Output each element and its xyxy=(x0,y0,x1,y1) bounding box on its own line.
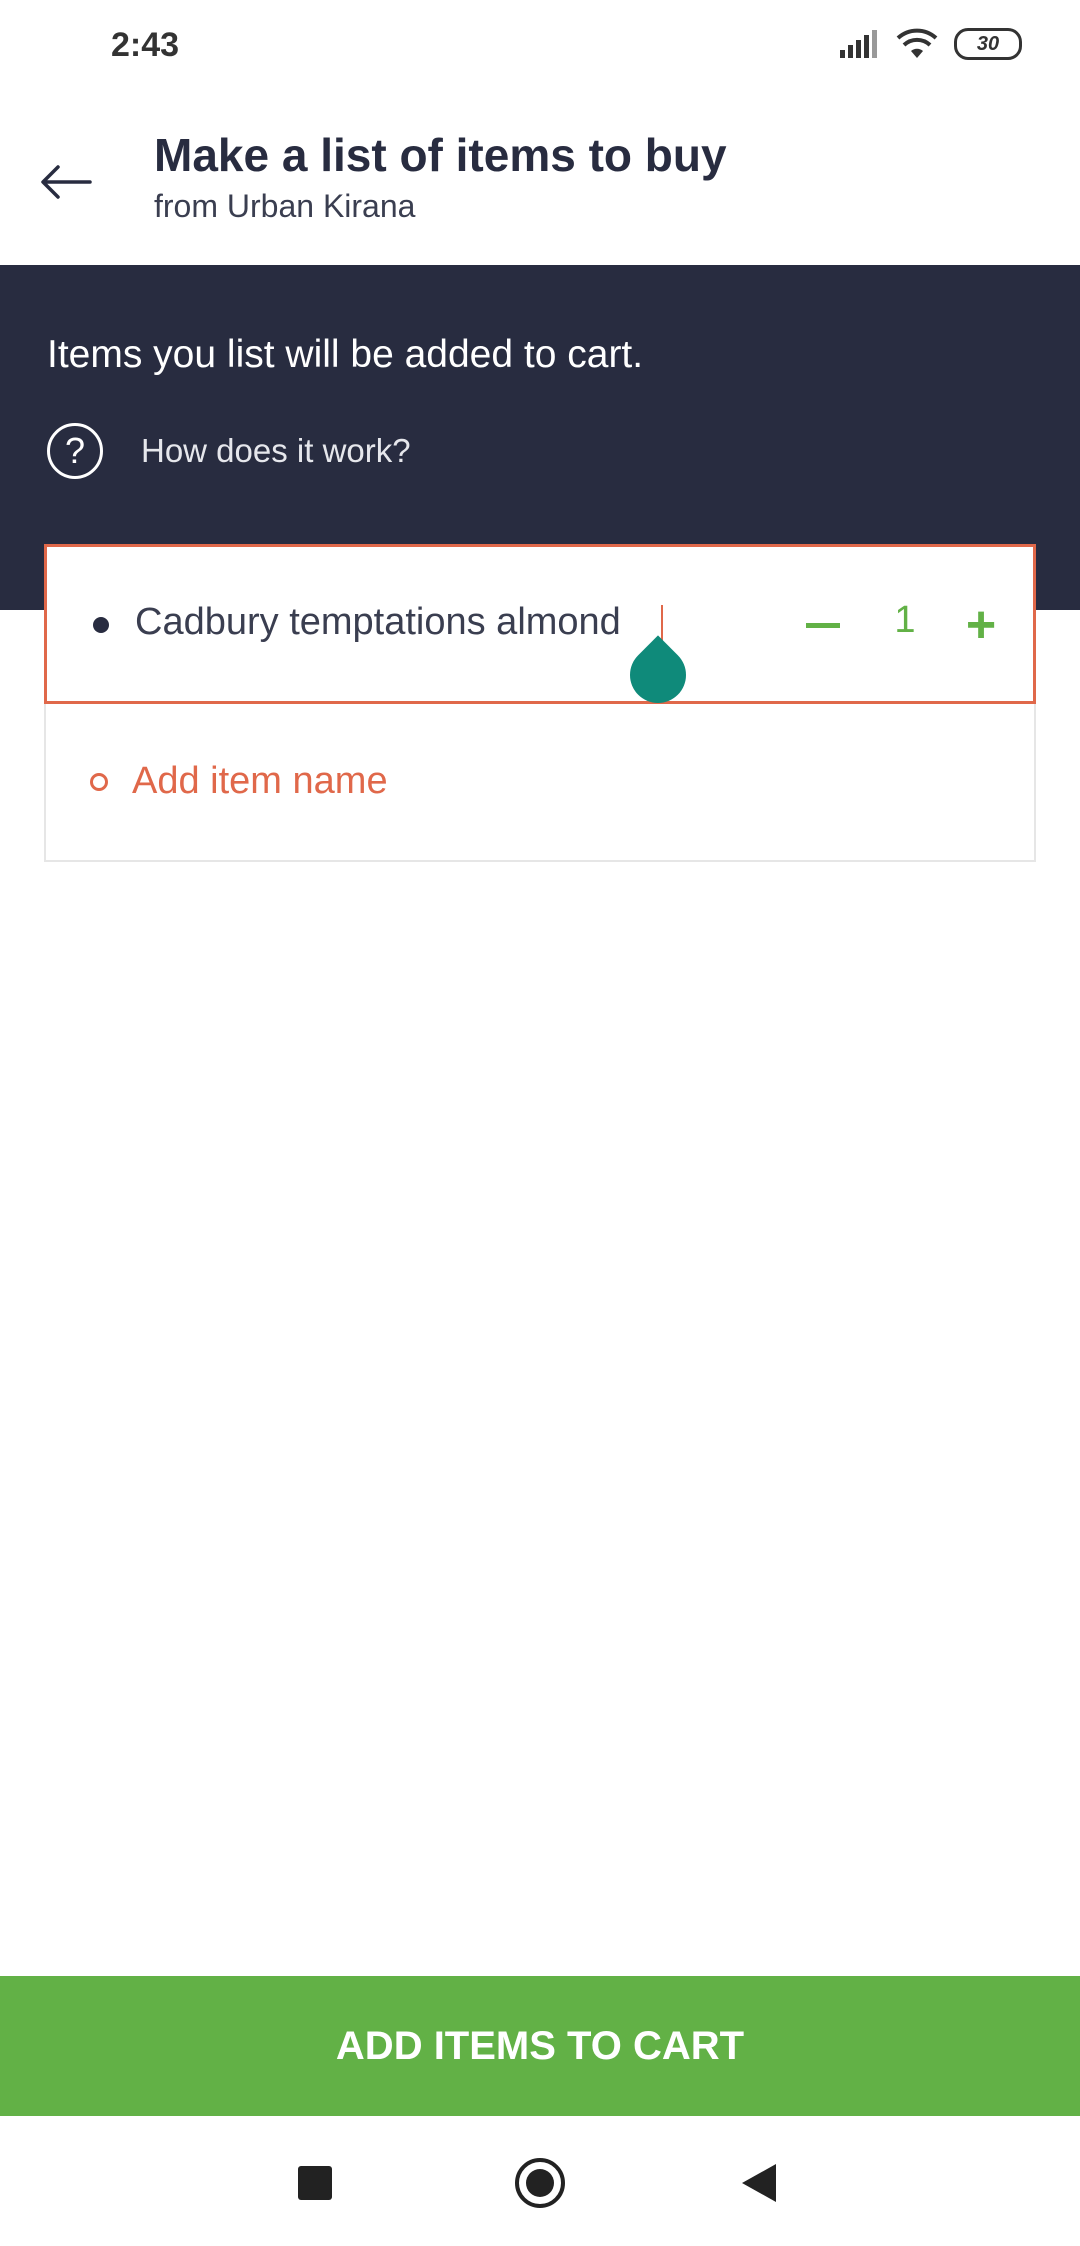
plus-icon: + xyxy=(965,596,997,654)
add-item-input[interactable] xyxy=(132,748,932,814)
increase-quantity-button[interactable]: + xyxy=(951,595,1011,655)
signal-icon xyxy=(840,30,877,58)
recent-apps-icon[interactable] xyxy=(298,2166,332,2200)
how-it-works-label: How does it work? xyxy=(141,432,411,469)
minus-icon xyxy=(806,622,840,628)
help-icon: ? xyxy=(47,423,103,479)
back-arrow-icon xyxy=(41,165,92,199)
page-title: Make a list of items to buy xyxy=(154,129,727,181)
system-nav-bar xyxy=(0,2116,1080,2246)
status-icons: 30 xyxy=(840,28,1022,60)
status-bar: 2:43 30 xyxy=(0,0,1080,96)
list-item[interactable]: Cadbury temptations almond 1 + xyxy=(44,544,1036,715)
status-time: 2:43 xyxy=(111,26,180,64)
wifi-icon xyxy=(896,28,938,58)
item-list: Cadbury temptations almond 1 + xyxy=(44,544,1036,862)
how-it-works-link[interactable]: ? How does it work? xyxy=(47,423,411,479)
quantity-value: 1 xyxy=(894,599,916,641)
add-items-to-cart-button[interactable]: ADD ITEMS TO CART xyxy=(0,1976,1080,2116)
back-button[interactable] xyxy=(30,146,102,218)
system-back-icon[interactable] xyxy=(742,2164,776,2202)
battery-icon: 30 xyxy=(954,28,1022,60)
add-item-row[interactable] xyxy=(44,704,1036,862)
bullet-dot-icon xyxy=(93,617,109,633)
hollow-bullet-icon xyxy=(90,773,108,791)
home-icon[interactable] xyxy=(515,2158,565,2208)
decrease-quantity-button[interactable] xyxy=(793,595,853,655)
page-subtitle: from Urban Kirana xyxy=(154,188,416,224)
app-header: Make a list of items to buy from Urban K… xyxy=(0,96,1080,266)
text-selection-handle[interactable] xyxy=(618,635,698,715)
item-name-field[interactable]: Cadbury temptations almond xyxy=(135,601,621,644)
banner-message: Items you list will be added to cart. xyxy=(47,333,644,376)
